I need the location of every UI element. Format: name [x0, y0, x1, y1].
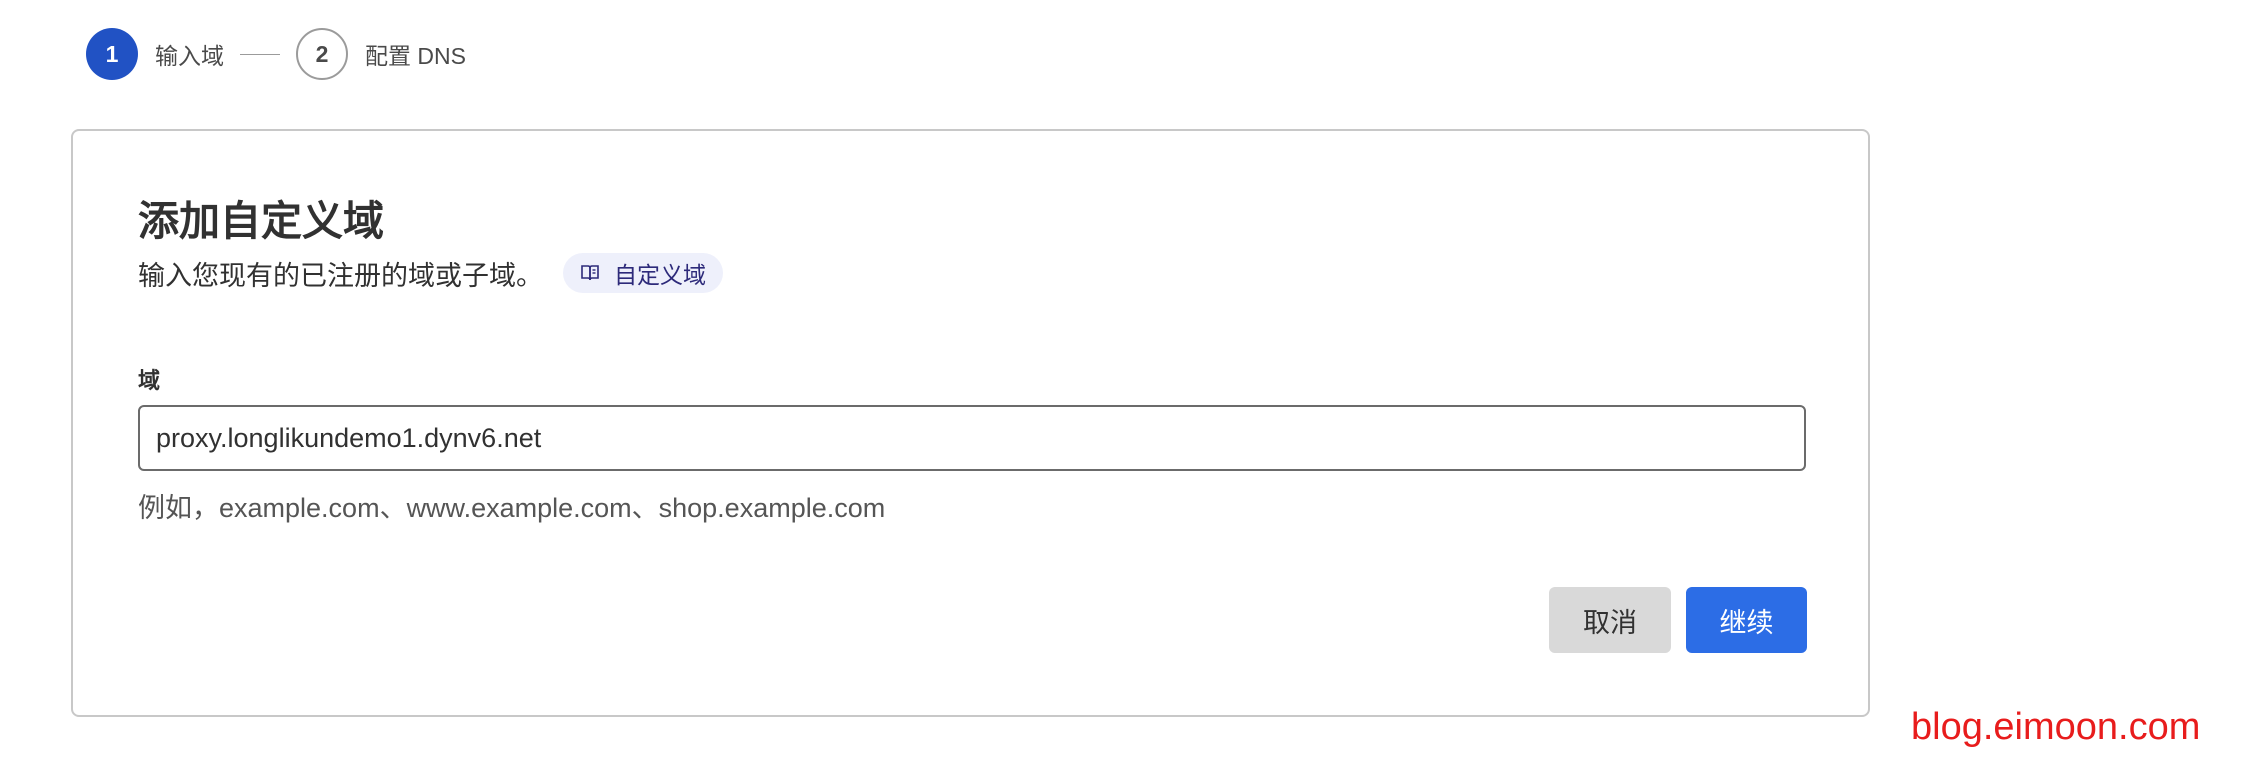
custom-domain-doc-link[interactable]: 自定义域: [563, 253, 723, 293]
book-icon: [581, 265, 599, 281]
domain-input[interactable]: [138, 405, 1806, 471]
step-1-label: 输入域: [155, 43, 224, 69]
step-1-circle[interactable]: 1: [86, 28, 138, 80]
subtitle-row: 输入您现有的已注册的域或子域。 自定义域: [138, 253, 723, 293]
add-domain-card: 添加自定义域 输入您现有的已注册的域或子域。 自定义域 域 例如，example…: [71, 129, 1870, 717]
watermark: blog.eimoon.com: [1911, 706, 2201, 748]
cancel-button[interactable]: 取消: [1549, 587, 1671, 653]
domain-hint: 例如，example.com、www.example.com、shop.exam…: [138, 493, 886, 523]
continue-button[interactable]: 继续: [1686, 587, 1807, 653]
custom-domain-doc-label: 自定义域: [614, 262, 706, 288]
step-2-label: 配置 DNS: [365, 43, 466, 69]
page-title: 添加自定义域: [138, 198, 384, 244]
page: 1 输入域 2 配置 DNS 添加自定义域 输入您现有的已注册的域或子域。 自定…: [0, 0, 2244, 784]
domain-field-label: 域: [138, 368, 161, 393]
subtitle: 输入您现有的已注册的域或子域。: [138, 260, 543, 291]
stepper: 1 输入域 2 配置 DNS: [86, 28, 466, 80]
step-2-circle[interactable]: 2: [296, 28, 348, 80]
step-connector: [240, 53, 280, 55]
